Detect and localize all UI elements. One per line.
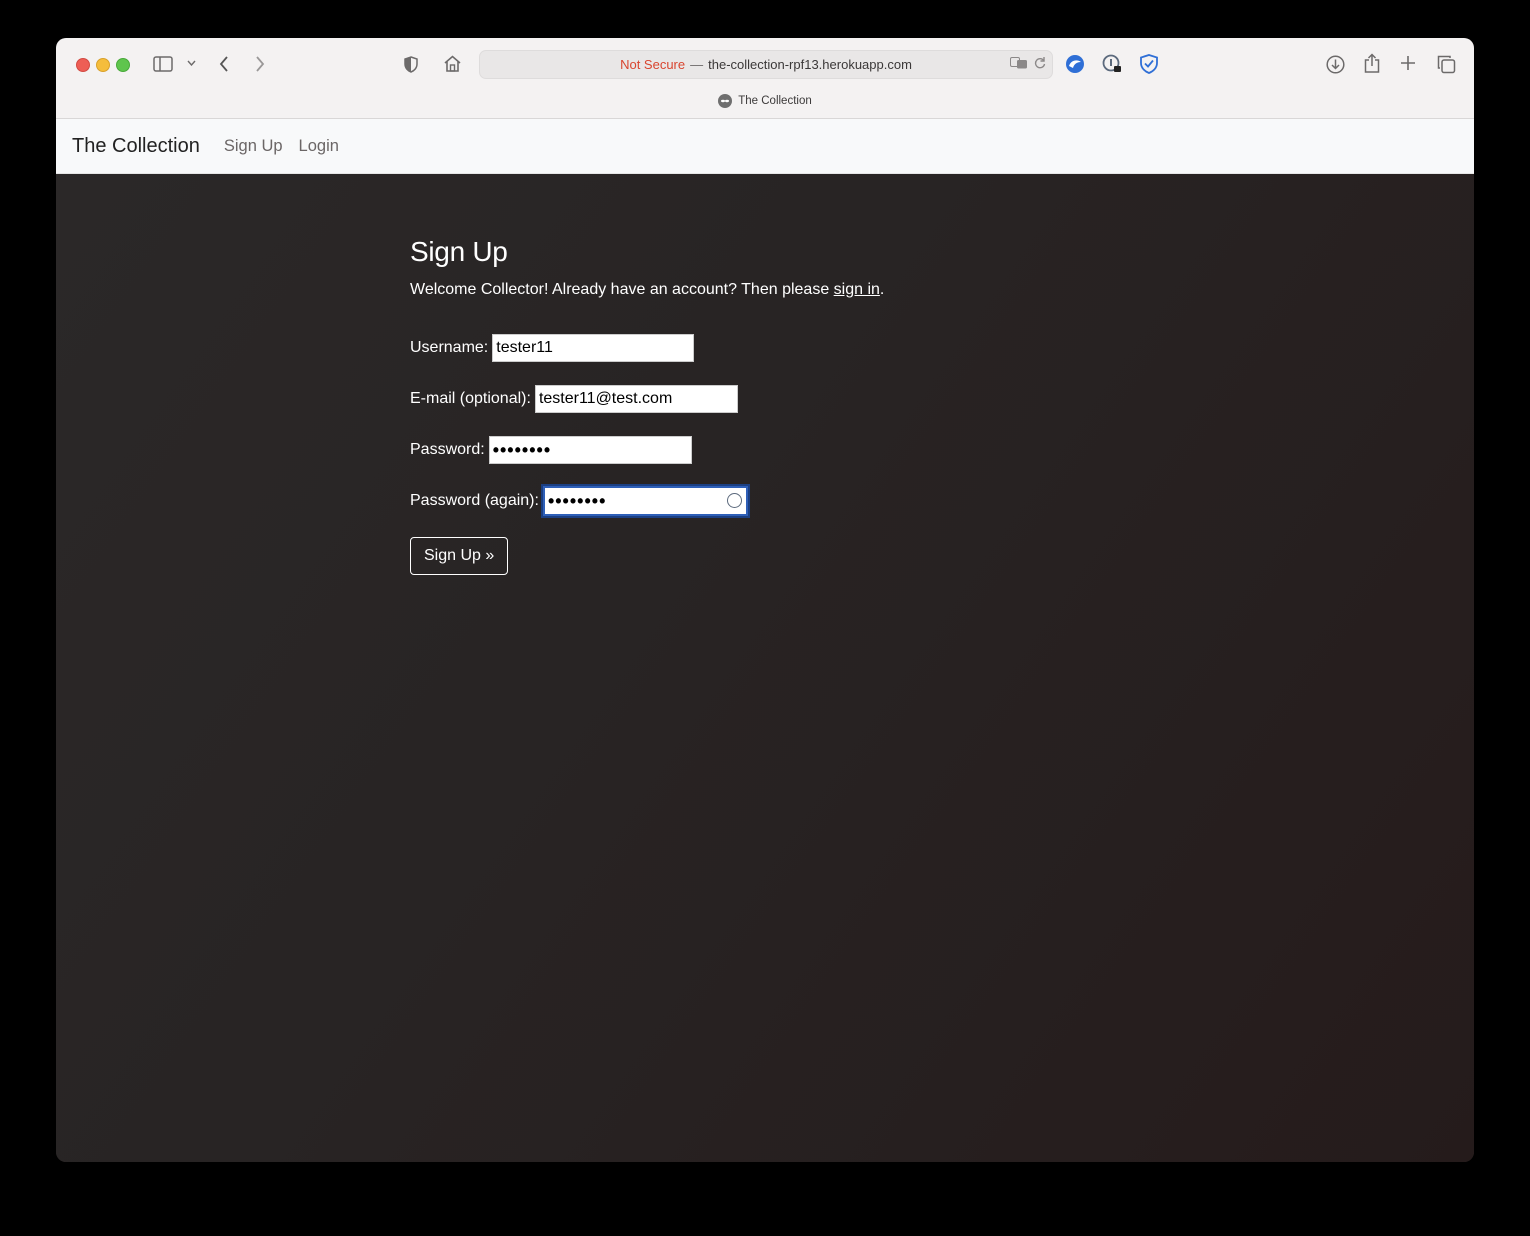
adblock-shield-icon[interactable] (1138, 53, 1160, 75)
sign-in-link[interactable]: sign in (834, 281, 880, 298)
chevron-down-icon[interactable] (186, 57, 196, 69)
address-domain: the-collection-rpf13.herokuapp.com (708, 57, 912, 72)
intro-text: Welcome Collector! Already have an accou… (410, 281, 884, 299)
password-again-label: Password (again): (410, 492, 539, 509)
nav-link-login[interactable]: Login (299, 137, 339, 156)
address-bar[interactable]: Not Secure — the-collection-rpf13.heroku… (479, 50, 1053, 79)
username-row: Username: (410, 334, 695, 362)
username-field[interactable] (492, 334, 695, 362)
site-navbar: The Collection Sign Up Login (56, 119, 1474, 174)
tab-overview-icon[interactable] (1435, 53, 1457, 75)
intro-prefix: Welcome Collector! Already have an accou… (410, 281, 834, 298)
nav-link-signup[interactable]: Sign Up (224, 137, 283, 156)
alien-icon (718, 94, 733, 108)
sidebar-icon[interactable] (153, 55, 173, 73)
page-content: Sign Up Welcome Collector! Already have … (56, 174, 1474, 1162)
not-secure-label: Not Secure (620, 57, 686, 72)
intro-suffix: . (879, 281, 885, 298)
site-brand[interactable]: The Collection (72, 135, 200, 158)
maximize-window-button[interactable] (116, 58, 130, 72)
username-label: Username: (410, 339, 489, 356)
download-icon[interactable] (1324, 53, 1346, 75)
home-icon[interactable] (442, 53, 462, 73)
email-row: E-mail (optional): (410, 385, 738, 413)
active-tab[interactable]: The Collection (56, 94, 1474, 108)
password-field[interactable] (488, 436, 692, 464)
password-key-icon[interactable] (1101, 53, 1123, 75)
password-again-field[interactable] (542, 486, 748, 516)
page-title: Sign Up (410, 236, 508, 267)
extension-icon[interactable] (1064, 53, 1086, 75)
back-icon[interactable] (217, 54, 231, 74)
email-field[interactable] (534, 385, 738, 413)
share-icon[interactable] (1361, 51, 1383, 75)
password-again-row: Password (again): (410, 486, 748, 516)
password-label: Password: (410, 441, 485, 458)
password-again-wrapper (542, 486, 748, 516)
reload-icon[interactable] (1034, 56, 1046, 72)
password-row: Password: (410, 436, 692, 464)
browser-window: Not Secure — the-collection-rpf13.heroku… (56, 38, 1474, 1162)
signup-submit-button[interactable]: Sign Up » (410, 537, 509, 575)
password-manager-icon[interactable] (726, 493, 742, 508)
forward-icon[interactable] (253, 54, 267, 74)
shield-icon[interactable] (402, 54, 420, 74)
minimize-window-button[interactable] (96, 58, 110, 72)
close-window-button[interactable] (76, 58, 90, 72)
address-separator: — (690, 57, 704, 72)
browser-toolbar: Not Secure — the-collection-rpf13.heroku… (56, 38, 1474, 119)
signup-form: Sign Up Welcome Collector! Already have … (410, 236, 884, 575)
new-tab-icon[interactable] (1398, 53, 1418, 73)
translate-icon[interactable] (1010, 56, 1028, 72)
tab-title-label: The Collection (738, 95, 812, 107)
email-label: E-mail (optional): (410, 390, 531, 407)
